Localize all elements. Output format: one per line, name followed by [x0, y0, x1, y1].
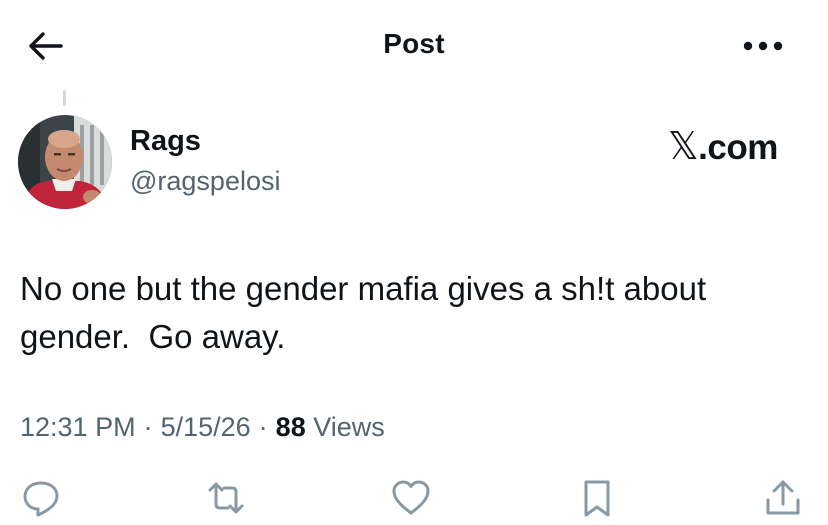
page-title: Post — [383, 28, 445, 59]
reply-icon — [23, 481, 59, 517]
post-page: Post Rags @ragspelosi 𝕏.com No one but t… — [0, 0, 828, 525]
thread-connector — [63, 90, 66, 106]
tweet-meta: 12:31 PM · 5/15/26 · 88 Views — [20, 412, 385, 443]
meta-separator: · — [143, 412, 153, 442]
more-horizontal-icon — [743, 41, 783, 51]
logo-suffix: .com — [698, 128, 778, 167]
share-icon — [766, 480, 800, 515]
like-button[interactable] — [386, 478, 436, 525]
x-com-logo[interactable]: 𝕏.com — [668, 124, 778, 169]
tweet-date[interactable]: 5/15/26 — [161, 412, 251, 442]
repost-icon — [208, 482, 244, 514]
tweet-text: No one but the gender mafia gives a sh!t… — [20, 270, 707, 355]
reply-button[interactable] — [16, 478, 66, 525]
x-logo-icon: 𝕏 — [668, 126, 699, 168]
meta-separator: · — [258, 412, 268, 442]
author-handle[interactable]: @ragspelosi — [130, 166, 280, 197]
repost-button[interactable] — [201, 478, 251, 525]
author-display-name[interactable]: Rags — [130, 125, 201, 158]
bookmark-icon — [584, 480, 610, 517]
action-bar — [0, 478, 828, 525]
avatar-photo — [18, 115, 112, 209]
avatar[interactable] — [18, 115, 112, 209]
share-button[interactable] — [758, 478, 808, 525]
tweet-time[interactable]: 12:31 PM — [20, 412, 136, 442]
more-options-button[interactable] — [738, 28, 788, 64]
like-icon — [392, 480, 430, 515]
bookmark-button[interactable] — [572, 478, 622, 525]
views-count[interactable]: 88 — [276, 412, 306, 442]
views-label[interactable]: Views — [313, 412, 385, 442]
